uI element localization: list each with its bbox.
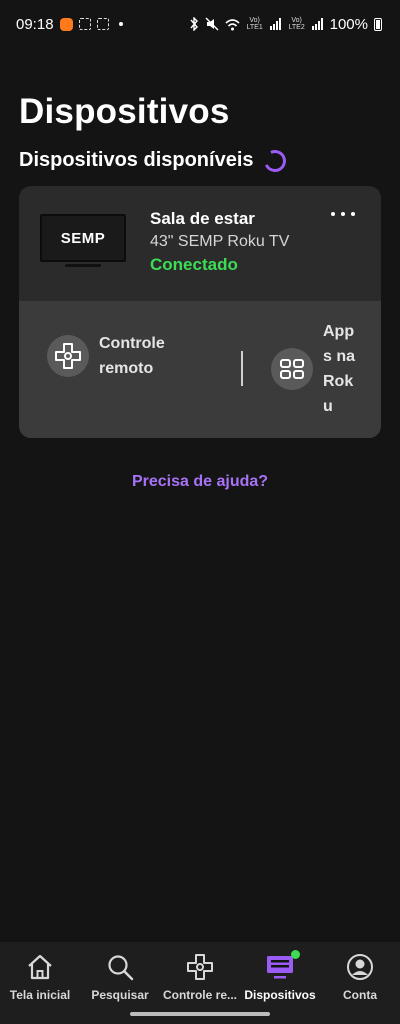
help-link[interactable]: Precisa de ajuda? — [0, 473, 400, 491]
remote-icon — [47, 335, 89, 377]
nav-devices-label: Dispositivos — [244, 988, 316, 1002]
section-title-text: Dispositivos disponíveis — [19, 149, 254, 171]
more-dot-icon — [341, 212, 345, 216]
home-indicator[interactable] — [130, 1012, 270, 1016]
home-icon — [25, 952, 55, 982]
nav-account[interactable]: Conta — [320, 942, 400, 1024]
more-dot-icon — [331, 212, 335, 216]
account-icon — [345, 952, 375, 982]
actions-divider — [241, 351, 243, 386]
tv-brand-logo: SEMP — [60, 229, 106, 247]
app-notification-icon — [59, 17, 73, 31]
nav-home[interactable]: Tela inicial — [0, 942, 80, 1024]
remote-icon — [185, 952, 215, 982]
remote-label: Controle remoto — [99, 331, 165, 381]
more-dot-icon — [351, 212, 355, 216]
device-card[interactable]: SEMP Sala de estar 43" SEMP Roku TV Cone… — [19, 186, 381, 438]
device-status: Conectado — [150, 255, 238, 274]
available-devices-heading: Dispositivos disponíveis — [19, 146, 289, 175]
signal-2-icon — [311, 18, 323, 30]
network-2-label: Vo) LTE2 — [288, 17, 305, 31]
device-actions: Controle remoto Apps na Roku — [19, 301, 381, 438]
device-info[interactable]: SEMP Sala de estar 43" SEMP Roku TV Cone… — [19, 186, 381, 301]
nav-search-label: Pesquisar — [91, 988, 149, 1002]
network-1-label: Vo) LTE1 — [246, 17, 263, 31]
nav-home-label: Tela inicial — [9, 988, 71, 1002]
wifi-icon — [225, 18, 240, 30]
more-notifications-icon — [118, 22, 123, 26]
page-title: Dispositivos — [19, 92, 230, 131]
apps-label: Apps na Roku — [323, 323, 356, 415]
remote-label-line-2: remoto — [99, 360, 154, 377]
signal-1-icon — [269, 18, 281, 30]
status-right: Vo) LTE1 Vo) LTE2 100% — [189, 16, 382, 33]
more-options-button[interactable] — [331, 206, 355, 222]
cast-notification-icon — [96, 18, 109, 30]
status-bar: 09:18 Vo) LTE1 Vo) LTE2 100% — [0, 0, 400, 48]
mute-icon — [205, 17, 219, 31]
battery-icon — [374, 17, 382, 31]
nav-account-label: Conta — [343, 988, 377, 1002]
screenshot-notification-icon — [78, 18, 91, 30]
connected-badge — [291, 950, 300, 959]
loading-spinner-icon — [260, 146, 289, 175]
remote-control-button[interactable]: Controle remoto — [47, 331, 165, 381]
apps-grid-icon — [271, 348, 313, 390]
tv-stand — [65, 264, 101, 267]
nav-remote-label: Controle re... — [162, 988, 237, 1002]
battery-percent: 100% — [329, 15, 368, 33]
apps-on-roku-button[interactable]: Apps na Roku — [271, 319, 361, 419]
search-icon — [105, 952, 135, 982]
tv-image: SEMP — [40, 214, 126, 262]
remote-label-line-1: Controle — [99, 335, 165, 352]
status-left: 09:18 — [16, 16, 123, 33]
bluetooth-icon — [190, 17, 198, 31]
device-model: 43" SEMP Roku TV — [150, 233, 290, 250]
device-name: Sala de estar — [150, 209, 255, 228]
status-time: 09:18 — [16, 15, 54, 33]
